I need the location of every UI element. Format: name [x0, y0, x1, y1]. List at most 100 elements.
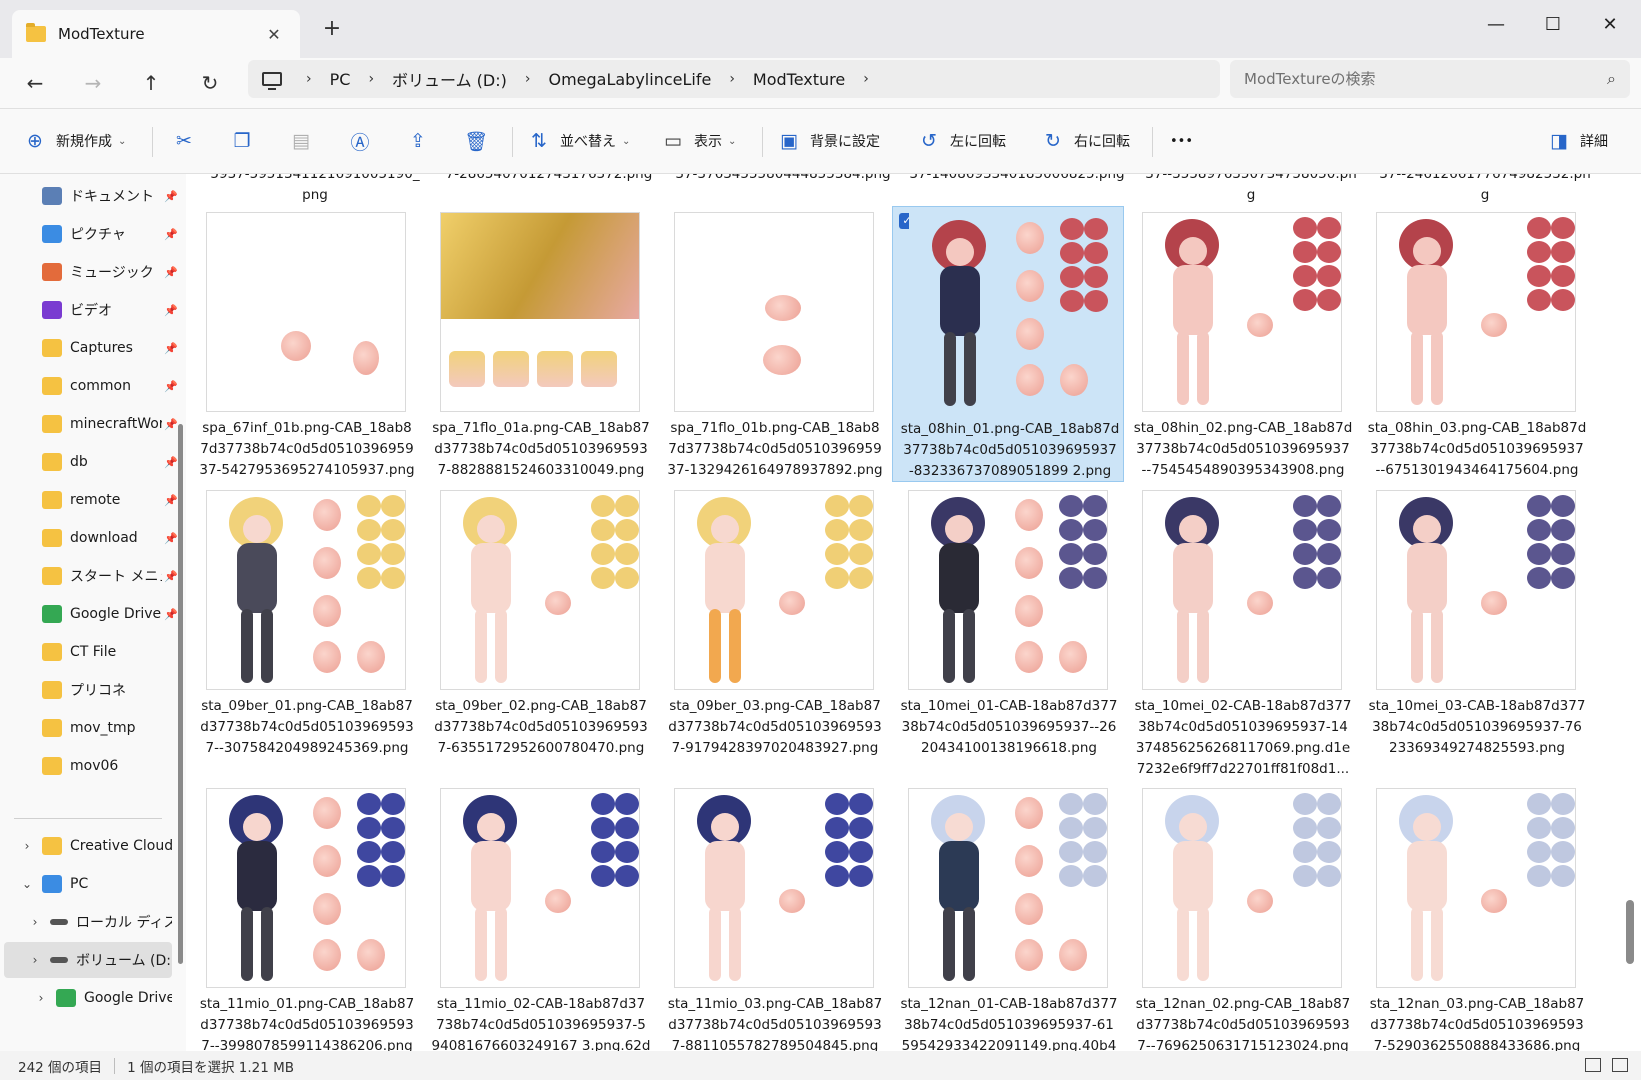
- wallpaper-icon: ▣: [780, 130, 798, 152]
- file-item[interactable]: sta_11mio_02-CAB-18ab87d37 738b74c0d5d051…: [424, 782, 656, 1051]
- file-item[interactable]: ✓ sta_08hin_01.png-CAB_18ab87d 37738b74c0d…: [892, 206, 1124, 482]
- cut-button[interactable]: ✂: [164, 123, 204, 159]
- file-name-partial[interactable]: 37--3558976350734758050.pn g: [1134, 174, 1368, 206]
- chevron-right-icon[interactable]: ›: [12, 839, 42, 853]
- file-item[interactable]: sta_10mei_01-CAB-18ab87d377 38b74c0d5d051…: [892, 484, 1124, 760]
- file-item[interactable]: sta_09ber_02.png-CAB_18ab87 d37738b74c0d5…: [424, 484, 656, 760]
- breadcrumb-pc[interactable]: PC: [330, 70, 351, 89]
- new-tab-button[interactable]: +: [318, 16, 346, 41]
- chevron-right-icon[interactable]: ›: [20, 915, 50, 929]
- file-item[interactable]: spa_71flo_01b.png-CAB_18ab8 7d37738b74c0d…: [658, 206, 890, 482]
- sidebar-item[interactable]: ミュージック 📌: [0, 254, 180, 290]
- breadcrumb-modtexture[interactable]: ModTexture: [753, 70, 845, 89]
- tab-modtexture[interactable]: ModTexture ✕: [12, 10, 300, 58]
- forward-button[interactable]: →: [76, 66, 110, 100]
- sidebar-item[interactable]: CT File: [0, 634, 180, 670]
- paste-button[interactable]: ▤: [281, 123, 321, 159]
- file-item[interactable]: sta_12nan_03.png-CAB_18ab87 d37738b74c0d5…: [1360, 782, 1592, 1051]
- file-item[interactable]: spa_71flo_01a.png-CAB_18ab87 d37738b74c0d…: [424, 206, 656, 482]
- search-icon[interactable]: ⌕: [1607, 69, 1616, 89]
- content-scrollbar[interactable]: [1626, 900, 1634, 964]
- file-item[interactable]: sta_10mei_02-CAB-18ab87d377 38b74c0d5d051…: [1126, 484, 1358, 780]
- details-button[interactable]: ◨ 詳細: [1548, 123, 1608, 159]
- sidebar-item-label: Captures: [70, 340, 133, 356]
- sidebar-item[interactable]: スタート メニュー📌: [0, 558, 180, 594]
- face-sprite: [849, 841, 873, 863]
- pin-icon: 📌: [164, 531, 178, 545]
- face-sprite: [591, 865, 615, 887]
- file-name-partial[interactable]: 7-2865407012743176372.png: [432, 174, 666, 185]
- refresh-button[interactable]: ↻: [193, 66, 227, 100]
- sort-button[interactable]: ⇅ 並べ替え ⌄: [528, 123, 630, 159]
- file-name-partial[interactable]: 37-1408693340185006825.png: [900, 174, 1134, 185]
- file-item[interactable]: sta_11mio_01.png-CAB_18ab87 d37738b74c0d5…: [190, 782, 422, 1051]
- rotate-left-button[interactable]: ↺ 左に回転: [918, 123, 1006, 159]
- sidebar-item[interactable]: download 📌: [0, 520, 180, 556]
- file-name-partial[interactable]: 37-3763455580444855384.png: [666, 174, 900, 185]
- breadcrumb-volume-d[interactable]: ボリューム (D:): [392, 67, 507, 91]
- tab-close-icon[interactable]: ✕: [262, 25, 286, 44]
- file-item[interactable]: sta_11mio_03.png-CAB_18ab87 d37738b74c0d5…: [658, 782, 890, 1051]
- file-item[interactable]: sta_12nan_02.png-CAB_18ab87 d37738b74c0d5…: [1126, 782, 1358, 1051]
- texture-shape: [313, 939, 341, 971]
- view-button[interactable]: ▭ 表示 ⌄: [662, 123, 736, 159]
- search-box[interactable]: ⌕: [1230, 60, 1630, 98]
- details-view-icon[interactable]: [1585, 1058, 1601, 1072]
- file-item[interactable]: sta_09ber_01.png-CAB_18ab87 d37738b74c0d5…: [190, 484, 422, 760]
- sidebar-item[interactable]: minecraftWorld📌: [0, 406, 180, 442]
- chevron-right-icon[interactable]: ›: [26, 991, 56, 1005]
- sidebar-item[interactable]: remote 📌: [0, 482, 180, 518]
- tree-item[interactable]: › Creative Cloud Files: [4, 828, 172, 864]
- chevron-right-icon[interactable]: ›: [20, 953, 50, 967]
- file-item[interactable]: spa_67inf_01b.png-CAB_18ab8 7d37738b74c0d…: [190, 206, 422, 482]
- breadcrumb-omegalabylincelife[interactable]: OmegaLabylinceLife: [548, 70, 711, 89]
- tree-item[interactable]: › ローカル ディスク (C:): [4, 904, 172, 940]
- new-button[interactable]: ⊕ 新規作成 ⌄: [24, 123, 126, 159]
- delete-button[interactable]: 🗑: [456, 123, 496, 159]
- sidebar-item[interactable]: プリコネ: [0, 672, 180, 708]
- sidebar-item[interactable]: ピクチャ 📌: [0, 216, 180, 252]
- face-sprite: [1551, 265, 1575, 287]
- rename-button[interactable]: Ⓐ: [340, 123, 380, 159]
- set-background-button[interactable]: ▣ 背景に設定: [778, 123, 880, 159]
- more-options-button[interactable]: •••: [1170, 123, 1193, 159]
- sidebar-item[interactable]: db 📌: [0, 444, 180, 480]
- share-button[interactable]: ⇪: [398, 123, 438, 159]
- tree-item[interactable]: › ボリューム (D:): [4, 942, 172, 978]
- character-body: [1407, 265, 1447, 335]
- face-sprite: [1551, 817, 1575, 839]
- search-input[interactable]: [1244, 70, 1608, 88]
- face-sprite: [357, 543, 381, 565]
- sidebar-item[interactable]: ビデオ 📌: [0, 292, 180, 328]
- tree-item[interactable]: › Google Drive (G:): [4, 980, 172, 1016]
- character-leg: [1177, 609, 1189, 683]
- copy-button[interactable]: ❐: [222, 123, 262, 159]
- chevron-right-icon[interactable]: ›: [863, 71, 869, 87]
- file-item[interactable]: sta_09ber_03.png-CAB_18ab87 d37738b74c0d5…: [658, 484, 890, 760]
- sidebar-item[interactable]: Captures 📌: [0, 330, 180, 366]
- file-name-partial[interactable]: 37--2461266177674982532.pn g: [1368, 174, 1602, 206]
- address-bar[interactable]: › PC › ボリューム (D:) › OmegaLabylinceLife ›…: [248, 60, 1220, 98]
- up-button[interactable]: ↑: [134, 66, 168, 100]
- close-button[interactable]: ✕: [1587, 6, 1633, 42]
- tiles-view-icon[interactable]: [1612, 1058, 1628, 1072]
- minimize-button[interactable]: —: [1473, 6, 1519, 42]
- sidebar-item[interactable]: mov_tmp: [0, 710, 180, 746]
- face-sprite: [825, 841, 849, 863]
- sidebar-item[interactable]: Google Drive 📌: [0, 596, 180, 632]
- back-button[interactable]: ←: [18, 66, 52, 100]
- maximize-button[interactable]: ☐: [1530, 6, 1576, 42]
- file-item[interactable]: sta_10mei_03-CAB-18ab87d377 38b74c0d5d051…: [1360, 484, 1592, 760]
- file-item[interactable]: sta_12nan_01-CAB-18ab87d377 38b74c0d5d051…: [892, 782, 1124, 1051]
- texture-shape: [545, 889, 571, 913]
- rotate-right-button[interactable]: ↻ 右に回転: [1042, 123, 1130, 159]
- tree-item[interactable]: ⌄ PC: [4, 866, 172, 902]
- rotate-left-icon: ↺: [921, 130, 937, 152]
- chevron-down-icon[interactable]: ⌄: [12, 877, 42, 891]
- sidebar-item[interactable]: common 📌: [0, 368, 180, 404]
- file-item[interactable]: sta_08hin_03.png-CAB_18ab87d 37738b74c0d5…: [1360, 206, 1592, 482]
- file-item[interactable]: sta_08hin_02.png-CAB_18ab87d 37738b74c0d5…: [1126, 206, 1358, 482]
- file-name-partial[interactable]: 5937-5951341121691005190_ png: [198, 174, 432, 206]
- sidebar-item[interactable]: ドキュメント 📌: [0, 178, 180, 214]
- sidebar-item[interactable]: mov06: [0, 748, 180, 784]
